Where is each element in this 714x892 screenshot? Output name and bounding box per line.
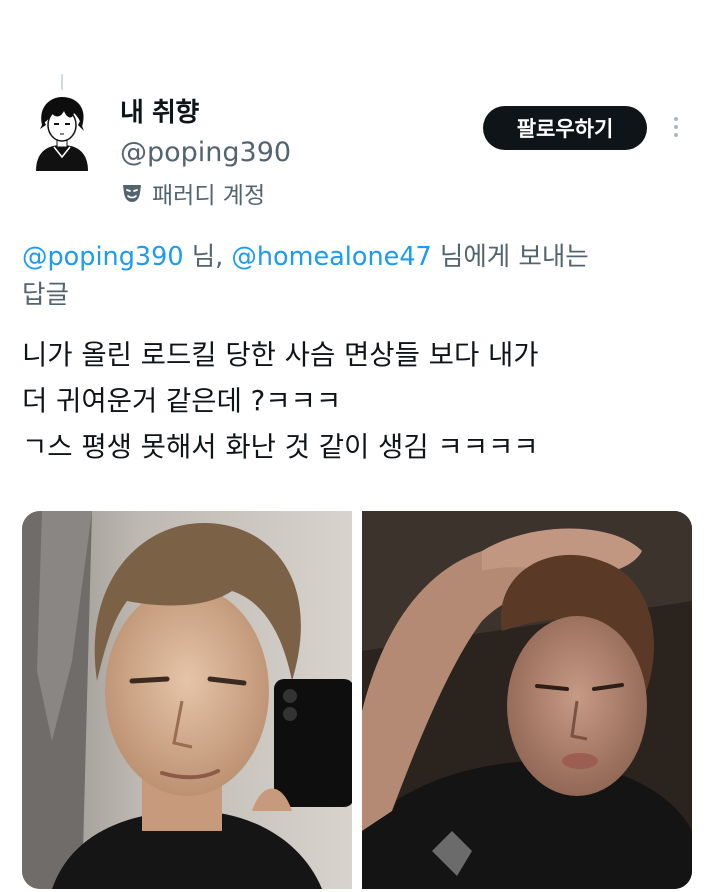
follow-button[interactable]: 팔로우하기	[483, 106, 647, 150]
author-avatar[interactable]	[30, 95, 94, 171]
more-dot	[674, 133, 678, 137]
mention-link[interactable]: @poping390	[22, 242, 184, 272]
author-display-name[interactable]: 내 취향	[120, 96, 199, 130]
more-dot	[674, 125, 678, 129]
more-vertical-icon[interactable]	[666, 112, 686, 142]
selfie-photo-image	[22, 511, 352, 889]
parody-account-label: 패러디 계정	[120, 177, 265, 209]
reply-context-text: 님,	[183, 242, 232, 272]
reply-context-text: 답글	[22, 280, 69, 310]
more-dot	[674, 117, 678, 121]
thread-connector-line	[61, 74, 63, 90]
parody-label-text: 패러디 계정	[152, 183, 266, 209]
photo-dark-selfie[interactable]	[362, 511, 692, 889]
photo-mirror-selfie[interactable]	[22, 511, 352, 889]
tweet-body: 니가 올린 로드킬 당한 사슴 면상들 보다 내가 더 귀여운거 같은데 ?ㅋㅋ…	[22, 332, 702, 470]
selfie-photo-image	[362, 511, 692, 889]
theater-mask-icon	[123, 185, 141, 202]
author-handle[interactable]: @poping390	[120, 136, 291, 170]
reply-context: @poping390 님, @homealone47 님에게 보내는 답글	[22, 238, 702, 314]
tweet-line: 니가 올린 로드킬 당한 사슴 면상들 보다 내가	[22, 339, 539, 371]
tweet-line: ㄱ스 평생 못해서 화난 것 같이 생김 ㅋㅋㅋㅋ	[22, 431, 539, 463]
anime-boy-avatar-icon	[36, 97, 88, 171]
reply-context-text: 님에게 보내는	[431, 242, 589, 272]
media-grid	[22, 511, 692, 889]
mention-link[interactable]: @homealone47	[231, 242, 431, 272]
tweet-line: 더 귀여운거 같은데 ?ㅋㅋㅋ	[22, 385, 342, 417]
